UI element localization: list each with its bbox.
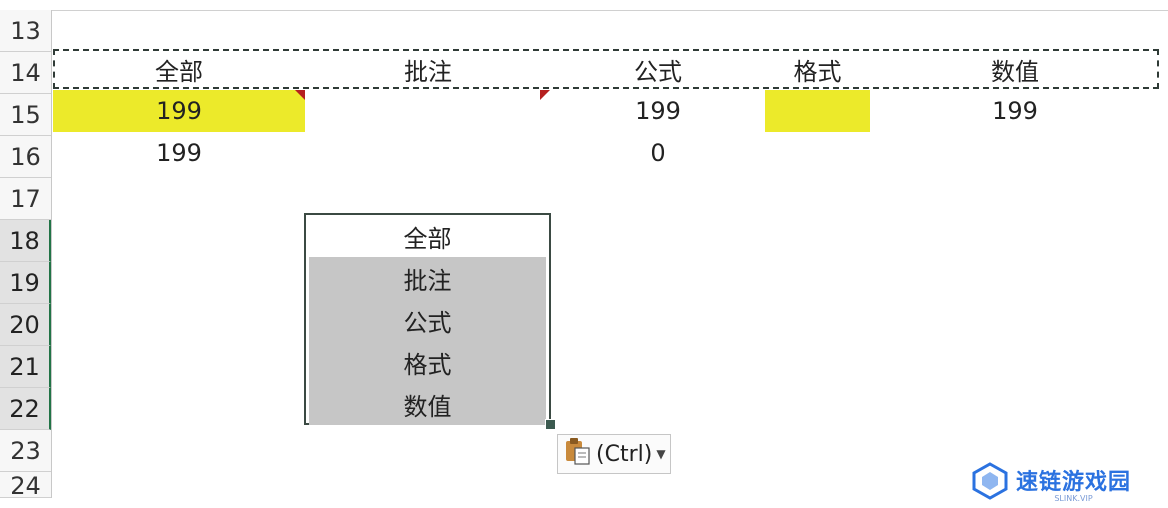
- row-header-21[interactable]: 21: [0, 346, 51, 388]
- list-item-comments[interactable]: 批注: [309, 257, 546, 299]
- row-header-14[interactable]: 14: [0, 52, 51, 94]
- cell-all-row15[interactable]: 199: [53, 90, 305, 132]
- cell-value-row15[interactable]: 199: [870, 90, 1160, 132]
- row-header-19[interactable]: 19: [0, 262, 51, 304]
- list-item-formulas[interactable]: 公式: [309, 299, 546, 341]
- list-item-values[interactable]: 数值: [309, 383, 546, 425]
- cell-format-row15[interactable]: [765, 90, 870, 132]
- grid-top-border: [51, 10, 1168, 11]
- cell-formula-row16[interactable]: 0: [551, 132, 765, 174]
- row-header-17[interactable]: 17: [0, 178, 51, 220]
- comment-indicator-icon: [540, 90, 550, 100]
- fill-handle[interactable]: [545, 419, 556, 430]
- cell-formula-row15[interactable]: 199: [551, 90, 765, 132]
- watermark: 速链游戏园 SLINK.VIP: [972, 458, 1168, 508]
- clipboard-paste-icon: [564, 436, 592, 472]
- row-header-13[interactable]: 13: [0, 10, 51, 52]
- paste-options-button[interactable]: (Ctrl) ▼: [557, 434, 671, 474]
- watermark-name: 速链游戏园: [1016, 469, 1132, 495]
- row-header-24[interactable]: 24: [0, 472, 51, 500]
- paste-options-label: (Ctrl): [596, 441, 653, 467]
- row-header-16[interactable]: 16: [0, 136, 51, 178]
- cube-logo-icon: [972, 462, 1008, 504]
- row-header-20[interactable]: 20: [0, 304, 51, 346]
- comment-indicator-icon: [295, 90, 305, 100]
- row-header-18[interactable]: 18: [0, 220, 51, 262]
- copy-marquee: [53, 49, 1159, 89]
- selected-range-list[interactable]: 全部 批注 公式 格式 数值: [304, 213, 551, 425]
- row-headers: 13 14 15 16 17 18 19 20 21 22 23 24: [0, 10, 52, 500]
- spreadsheet: 13 14 15 16 17 18 19 20 21 22 23 24 全部 批…: [0, 0, 1168, 508]
- row-header-23[interactable]: 23: [0, 430, 51, 472]
- row-header-15[interactable]: 15: [0, 94, 51, 136]
- list-item-all[interactable]: 全部: [309, 215, 546, 257]
- row-header-22[interactable]: 22: [0, 388, 51, 430]
- list-item-formats[interactable]: 格式: [309, 341, 546, 383]
- cell-all-row16[interactable]: 199: [53, 132, 305, 174]
- chevron-down-icon: ▼: [656, 447, 666, 461]
